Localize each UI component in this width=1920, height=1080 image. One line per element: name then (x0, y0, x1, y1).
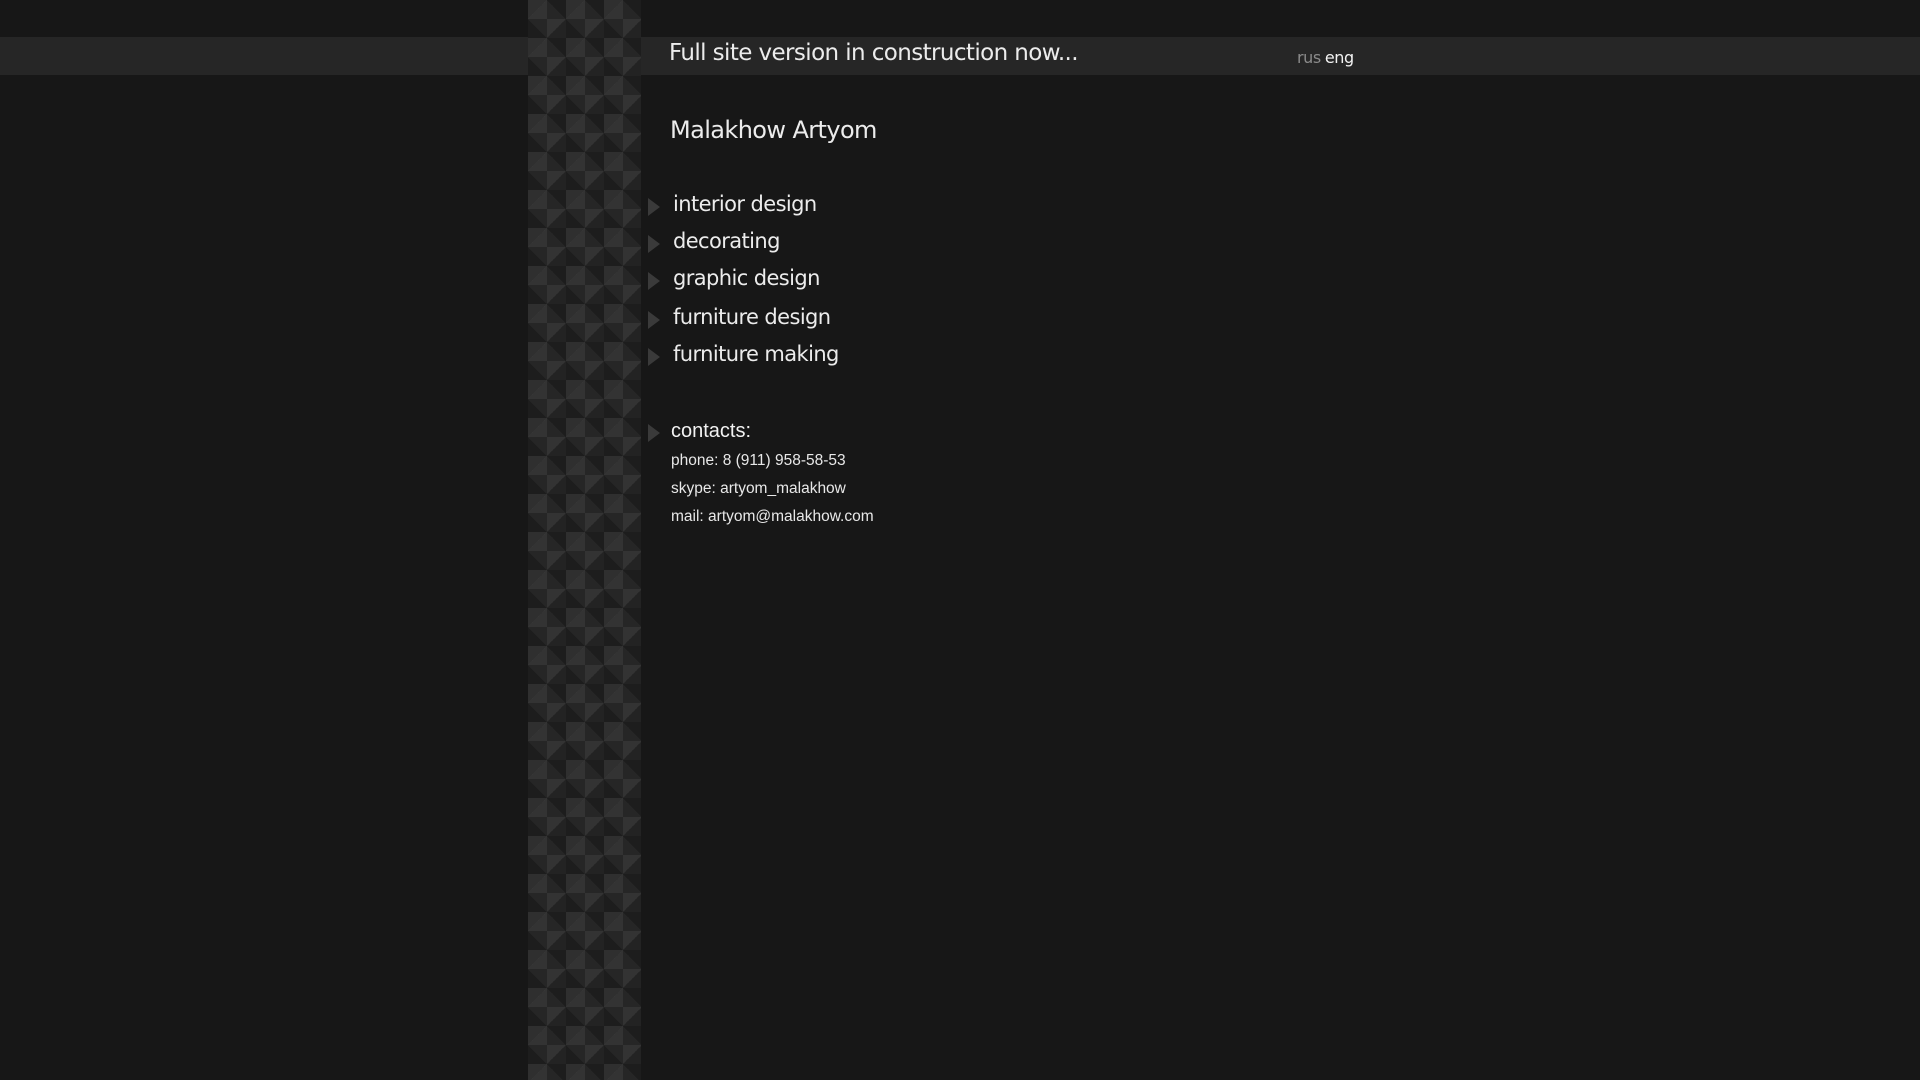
contact-mail[interactable]: mail: artyom@malakhow.com (671, 508, 874, 526)
contact-skype: skype: artyom_malakhow (671, 480, 846, 497)
page: Full site version in construction now...… (0, 0, 1920, 1080)
construction-notice: Full site version in construction now... (669, 40, 1079, 66)
arrow-right-icon (648, 235, 660, 253)
arrow-right-icon (648, 348, 660, 366)
contacts-title: contacts: (671, 420, 752, 442)
language-rus-link[interactable]: rus (1297, 48, 1321, 67)
arrow-right-icon (648, 424, 660, 442)
language-switcher: rus eng (1297, 48, 1354, 67)
menu-item-label: decorating (673, 229, 780, 253)
menu-item-label: interior design (673, 192, 817, 216)
arrow-right-icon (648, 198, 660, 216)
decorative-pattern-strip (528, 0, 641, 1080)
menu-item-label: graphic design (673, 266, 820, 290)
arrow-right-icon (648, 272, 660, 290)
language-eng-link[interactable]: eng (1325, 48, 1354, 67)
menu-item-label: furniture making (673, 342, 839, 366)
menu-item-label: furniture design (673, 305, 831, 329)
owner-name: Malakhow Artyom (670, 116, 877, 144)
contact-phone: phone: 8 (911) 958-58-53 (671, 452, 846, 469)
arrow-right-icon (648, 311, 660, 329)
